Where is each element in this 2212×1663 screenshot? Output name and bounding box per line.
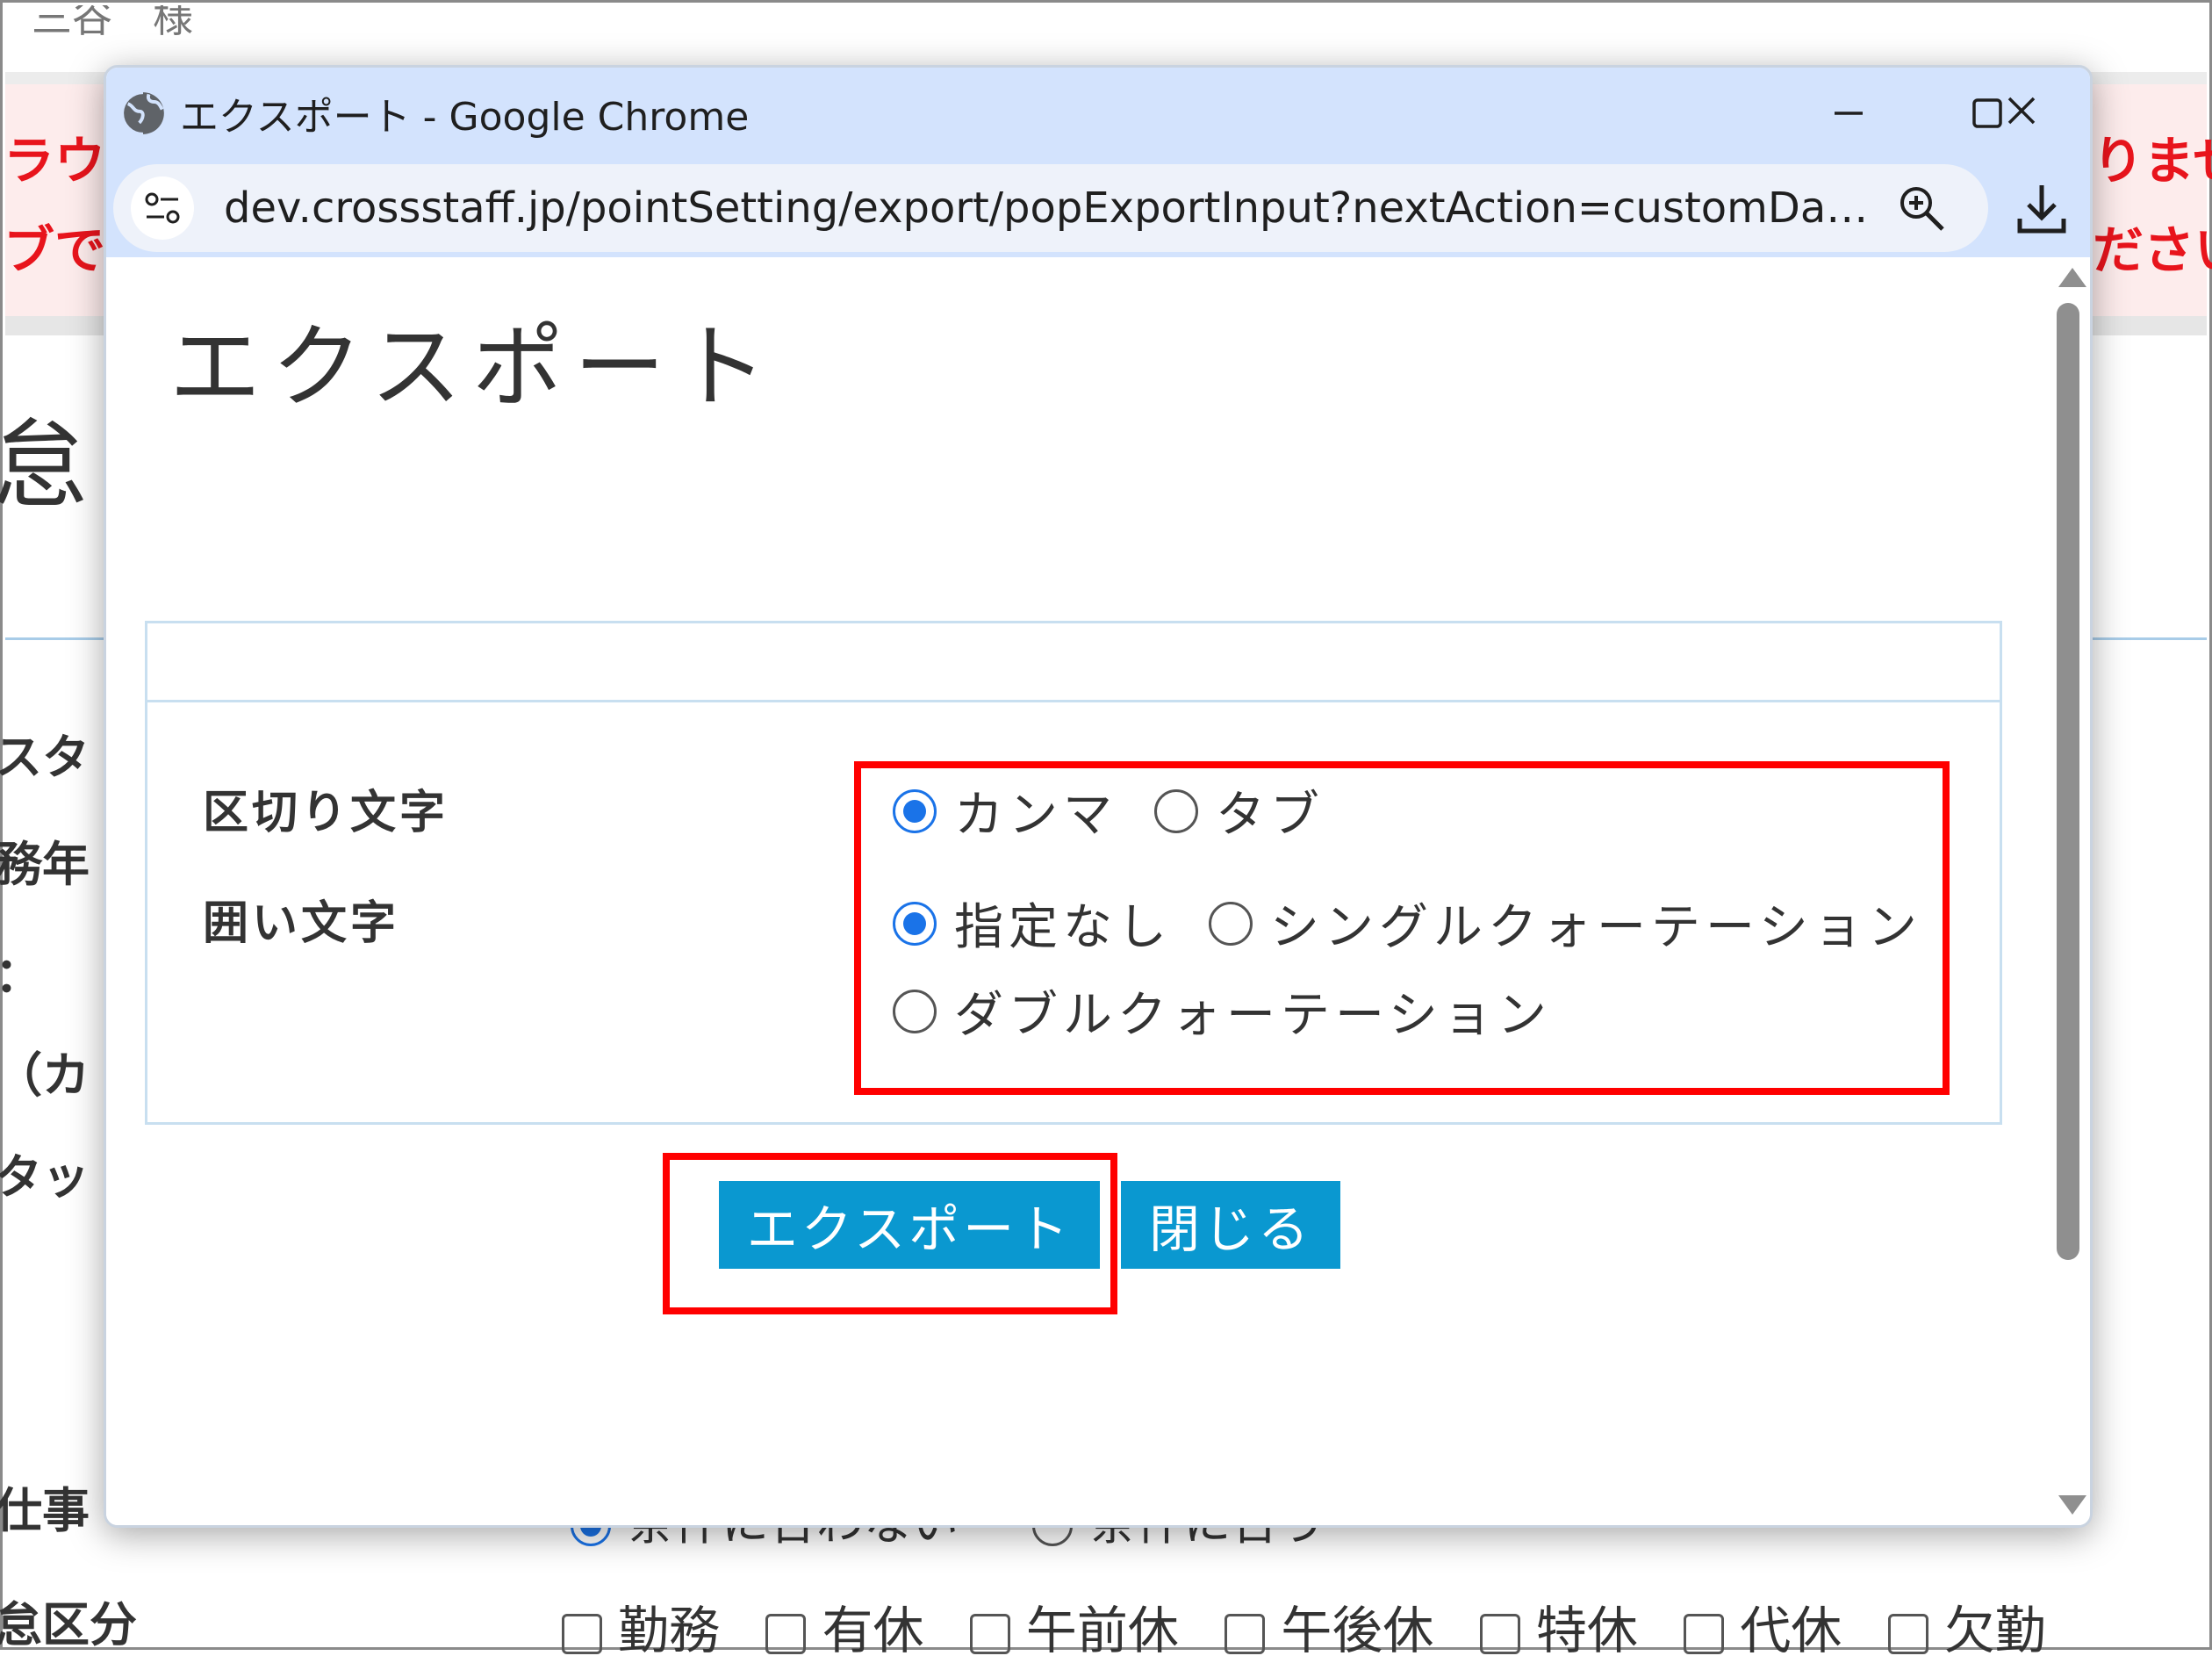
page-content: エクスポート 区切り文字 囲い文字 カンマ タブ 指定なし シングルクォーテーシ… (106, 257, 2046, 1525)
bg-checkbox-3[interactable] (969, 1613, 1010, 1654)
bg-checkbox-1[interactable] (562, 1613, 602, 1654)
tune-icon (145, 192, 180, 224)
omnibox[interactable]: dev.crossstaff.jp/pointSetting/export/po… (113, 164, 1988, 252)
scroll-down-arrow-icon[interactable] (2058, 1495, 2086, 1515)
bg-checkbox-group: 勤務 有休 午前休 午後休 特休 代休 欠勤 (562, 1589, 2076, 1663)
bg-warning-text-left-2: ブで (4, 220, 106, 280)
bg-checkbox-7-label: 欠勤 (1943, 1601, 2046, 1660)
page-title: エクスポート (169, 313, 778, 421)
site-info-button[interactable] (131, 176, 194, 240)
bg-checkbox-5[interactable] (1479, 1613, 1520, 1654)
bg-checkbox-3-label: 午前休 (1025, 1601, 1179, 1660)
bg-user-name: 三谷 様 (32, 5, 193, 41)
bg-label-4: （カ (0, 1047, 90, 1103)
bg-page-title: 怠 (0, 409, 88, 522)
bg-label-5: タッ (0, 1149, 90, 1205)
scrollbar[interactable] (2046, 257, 2090, 1525)
enclosure-label: 囲い文字 (203, 897, 400, 950)
bg-checkbox-2[interactable] (765, 1613, 807, 1654)
bg-checkbox-6-label: 代休 (1740, 1601, 1842, 1660)
bg-label-6: 仕事 (0, 1483, 90, 1538)
close-button[interactable]: 閉じる (1121, 1181, 1340, 1269)
close-icon (2007, 97, 2036, 125)
bg-warning-text-right-2: ださい (2093, 220, 2212, 280)
scroll-up-arrow-icon[interactable] (2058, 268, 2086, 287)
bg-label-3: ： (0, 936, 42, 1005)
bg-checkbox-4[interactable] (1224, 1613, 1266, 1654)
panel-header (147, 623, 2000, 702)
window-title: エクスポート - Google Chrome (180, 95, 750, 140)
window-titlebar[interactable]: エクスポート - Google Chrome (106, 68, 2090, 159)
download-icon[interactable] (2011, 178, 2072, 240)
bg-warning-text-right-1: りませ (2093, 131, 2212, 191)
bg-checkbox-2-label: 有休 (822, 1601, 924, 1660)
bg-checkbox-6[interactable] (1684, 1613, 1725, 1654)
bg-checkbox-1-label: 勤務 (618, 1601, 721, 1660)
delimiter-label: 区切り文字 (203, 787, 449, 839)
bg-header: 三谷 様 (5, 5, 2207, 72)
scroll-thumb[interactable] (2057, 303, 2079, 1260)
bg-checkbox-7[interactable] (1887, 1613, 1928, 1654)
globe-icon (120, 90, 164, 136)
address-bar: dev.crossstaff.jp/pointSetting/export/po… (106, 159, 2090, 257)
bg-warning-text-left-1: ラウ (4, 131, 106, 191)
window-close-button[interactable] (1973, 76, 2070, 146)
bg-checkbox-5-label: 特休 (1535, 1601, 1638, 1660)
url-text: dev.crossstaff.jp/pointSetting/export/po… (224, 184, 1874, 233)
bg-checkbox-4-label: 午後休 (1281, 1601, 1434, 1660)
export-button-highlight-box (663, 1153, 1117, 1314)
popup-window: エクスポート - Google Chrome dev.crossstaff.jp… (104, 65, 2093, 1528)
zoom-in-icon[interactable] (1895, 182, 1948, 234)
bg-label-2: 務年 (0, 837, 90, 892)
bg-label-1: スタ (0, 730, 90, 785)
options-highlight-box (854, 761, 1950, 1095)
bg-label-7: 怠区分 (0, 1597, 137, 1652)
minimize-icon (1835, 112, 1863, 115)
minimize-button[interactable] (1800, 78, 1897, 148)
